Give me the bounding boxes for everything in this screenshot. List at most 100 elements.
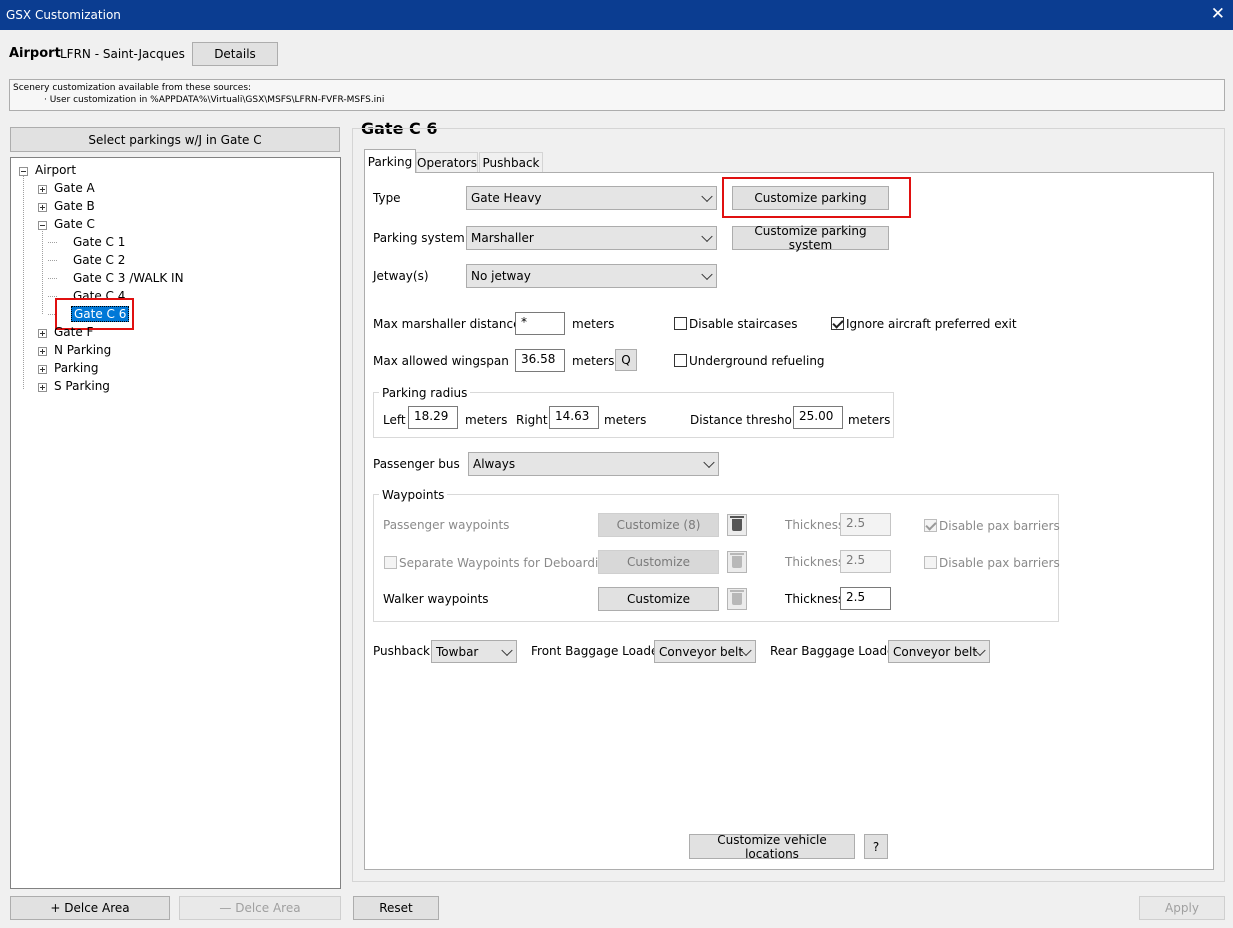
radius-right-input[interactable]: 14.63 <box>549 406 599 429</box>
expand-icon[interactable] <box>38 203 47 212</box>
ignore-exit-checkbox[interactable] <box>831 317 844 330</box>
parking-radius-title: Parking radius <box>379 386 471 400</box>
type-label: Type <box>373 191 401 205</box>
airport-label: Airport <box>9 46 61 61</box>
parking-tree[interactable]: Airport Gate A Gate B Gate C Gate C 1 Ga… <box>10 157 341 889</box>
expand-icon[interactable] <box>38 383 47 392</box>
customize-vehicle-locations-button[interactable]: Customize vehicle locations <box>689 833 855 861</box>
select-parkings-button[interactable]: Select parkings w/J in Gate C <box>10 127 340 152</box>
jetway-value: No jetway <box>471 269 531 283</box>
reset-button[interactable]: Reset <box>353 896 439 920</box>
expand-icon[interactable] <box>38 329 47 338</box>
trash-icon[interactable] <box>727 551 747 573</box>
radius-left-input[interactable]: 18.29 <box>408 406 458 429</box>
window-title: GSX Customization <box>6 8 121 22</box>
disable-pax-barriers-checkbox[interactable] <box>924 519 937 532</box>
max-marshaller-input[interactable]: * <box>515 312 565 335</box>
max-marshaller-label: Max marshaller distance <box>373 317 521 331</box>
rear-loader-select[interactable]: Conveyor belt <box>888 640 990 663</box>
tab-pushback[interactable]: Pushback <box>479 152 543 172</box>
jetway-label: Jetway(s) <box>373 269 429 283</box>
passenger-bus-label: Passenger bus <box>373 457 460 471</box>
front-loader-value: Conveyor belt <box>659 644 744 659</box>
chevron-down-icon <box>701 230 713 243</box>
help-button[interactable]: ? <box>864 834 888 859</box>
chevron-down-icon <box>501 644 513 656</box>
remove-area-button[interactable]: — Delce Area <box>179 896 341 920</box>
sources-heading: Scenery customization available from the… <box>13 83 252 93</box>
tree-guide <box>48 278 57 279</box>
sources-box: Scenery customization available from the… <box>9 79 1225 111</box>
type-select[interactable]: Gate Heavy <box>466 186 717 210</box>
trash-icon[interactable] <box>727 514 747 536</box>
expand-icon[interactable] <box>38 185 47 194</box>
expand-icon[interactable] <box>38 347 47 356</box>
thickness-input-deboarding[interactable]: 2.5 <box>840 550 891 573</box>
tree-guide <box>48 260 57 261</box>
tree-item-s-parking[interactable]: S Parking <box>54 379 110 393</box>
tree-guide <box>48 296 57 297</box>
separate-waypoints-checkbox[interactable] <box>384 556 397 569</box>
tab-operators[interactable]: Operators <box>416 152 478 172</box>
tab-parking[interactable]: Parking <box>364 149 416 173</box>
thickness-input-walker[interactable]: 2.5 <box>840 587 891 610</box>
collapse-icon[interactable] <box>19 167 28 176</box>
waypoints-title: Waypoints <box>379 488 448 502</box>
separate-waypoints-label: Separate Waypoints for Deboarding <box>399 556 614 570</box>
front-loader-select[interactable]: Conveyor belt <box>654 640 756 663</box>
apply-button[interactable]: Apply <box>1139 896 1225 920</box>
tree-item-n-parking[interactable]: N Parking <box>54 343 111 357</box>
tree-item-gate-f[interactable]: Gate F <box>54 325 93 339</box>
radius-left-label: Left <box>383 413 406 427</box>
pushback-value: Towbar <box>436 644 479 659</box>
tree-item-gate-c1[interactable]: Gate C 1 <box>73 235 125 249</box>
collapse-icon[interactable] <box>38 221 47 230</box>
tree-item-gate-a[interactable]: Gate A <box>54 181 95 195</box>
chevron-down-icon <box>701 268 713 281</box>
passenger-bus-select[interactable]: Always <box>468 452 719 476</box>
parking-system-select[interactable]: Marshaller <box>466 226 717 250</box>
disable-staircases-checkbox[interactable] <box>674 317 687 330</box>
type-select-value: Gate Heavy <box>471 191 542 205</box>
meters-label: meters <box>572 317 615 331</box>
tree-item-gate-b[interactable]: Gate B <box>54 199 95 213</box>
tree-item-gate-c2[interactable]: Gate C 2 <box>73 253 125 267</box>
trash-icon[interactable] <box>727 588 747 610</box>
chevron-down-icon <box>701 190 713 203</box>
pushback-select[interactable]: Towbar <box>431 640 517 663</box>
thickness-label: Thickness <box>785 592 845 606</box>
customize-deboarding-waypoints-button[interactable]: Customize <box>598 550 719 574</box>
tree-guide <box>42 229 43 314</box>
max-wingspan-input[interactable]: 36.58 <box>515 349 565 372</box>
thickness-label: Thickness <box>785 518 845 532</box>
tree-guide <box>48 242 57 243</box>
parking-system-label: Parking system <box>373 231 465 245</box>
distance-threshold-input[interactable]: 25.00 <box>793 406 843 429</box>
disable-pax-barriers-checkbox[interactable] <box>924 556 937 569</box>
highlight-box <box>722 177 911 218</box>
parking-system-value: Marshaller <box>471 231 534 245</box>
underground-refueling-checkbox[interactable] <box>674 354 687 367</box>
tree-item-parking[interactable]: Parking <box>54 361 99 375</box>
disable-pax-barriers-label: Disable pax barriers <box>939 556 1060 570</box>
details-button[interactable]: Details <box>192 42 278 66</box>
tree-item-gate-c[interactable]: Gate C <box>54 217 95 231</box>
customize-parking-system-button[interactable]: Customize parking system <box>732 224 889 252</box>
expand-icon[interactable] <box>38 365 47 374</box>
close-icon[interactable]: ✕ <box>1211 4 1225 24</box>
tree-item-gate-c3[interactable]: Gate C 3 /WALK IN <box>73 271 184 285</box>
jetway-select[interactable]: No jetway <box>466 264 717 288</box>
underground-refueling-label: Underground refueling <box>689 354 825 368</box>
query-wingspan-button[interactable]: Q <box>615 349 637 371</box>
passenger-bus-value: Always <box>473 457 516 471</box>
max-wingspan-label: Max allowed wingspan <box>373 354 509 368</box>
add-area-button[interactable]: + Delce Area <box>10 896 170 920</box>
tree-item-airport[interactable]: Airport <box>35 163 76 177</box>
checkmark-icon <box>925 519 937 531</box>
customize-passenger-waypoints-button[interactable]: Customize (8) <box>598 513 719 537</box>
thickness-input-passenger[interactable]: 2.5 <box>840 513 891 536</box>
customize-walker-waypoints-button[interactable]: Customize <box>598 587 719 611</box>
distance-threshold-label: Distance threshold <box>690 413 803 427</box>
checkmark-icon <box>832 317 844 329</box>
meters-label: meters <box>848 413 891 427</box>
